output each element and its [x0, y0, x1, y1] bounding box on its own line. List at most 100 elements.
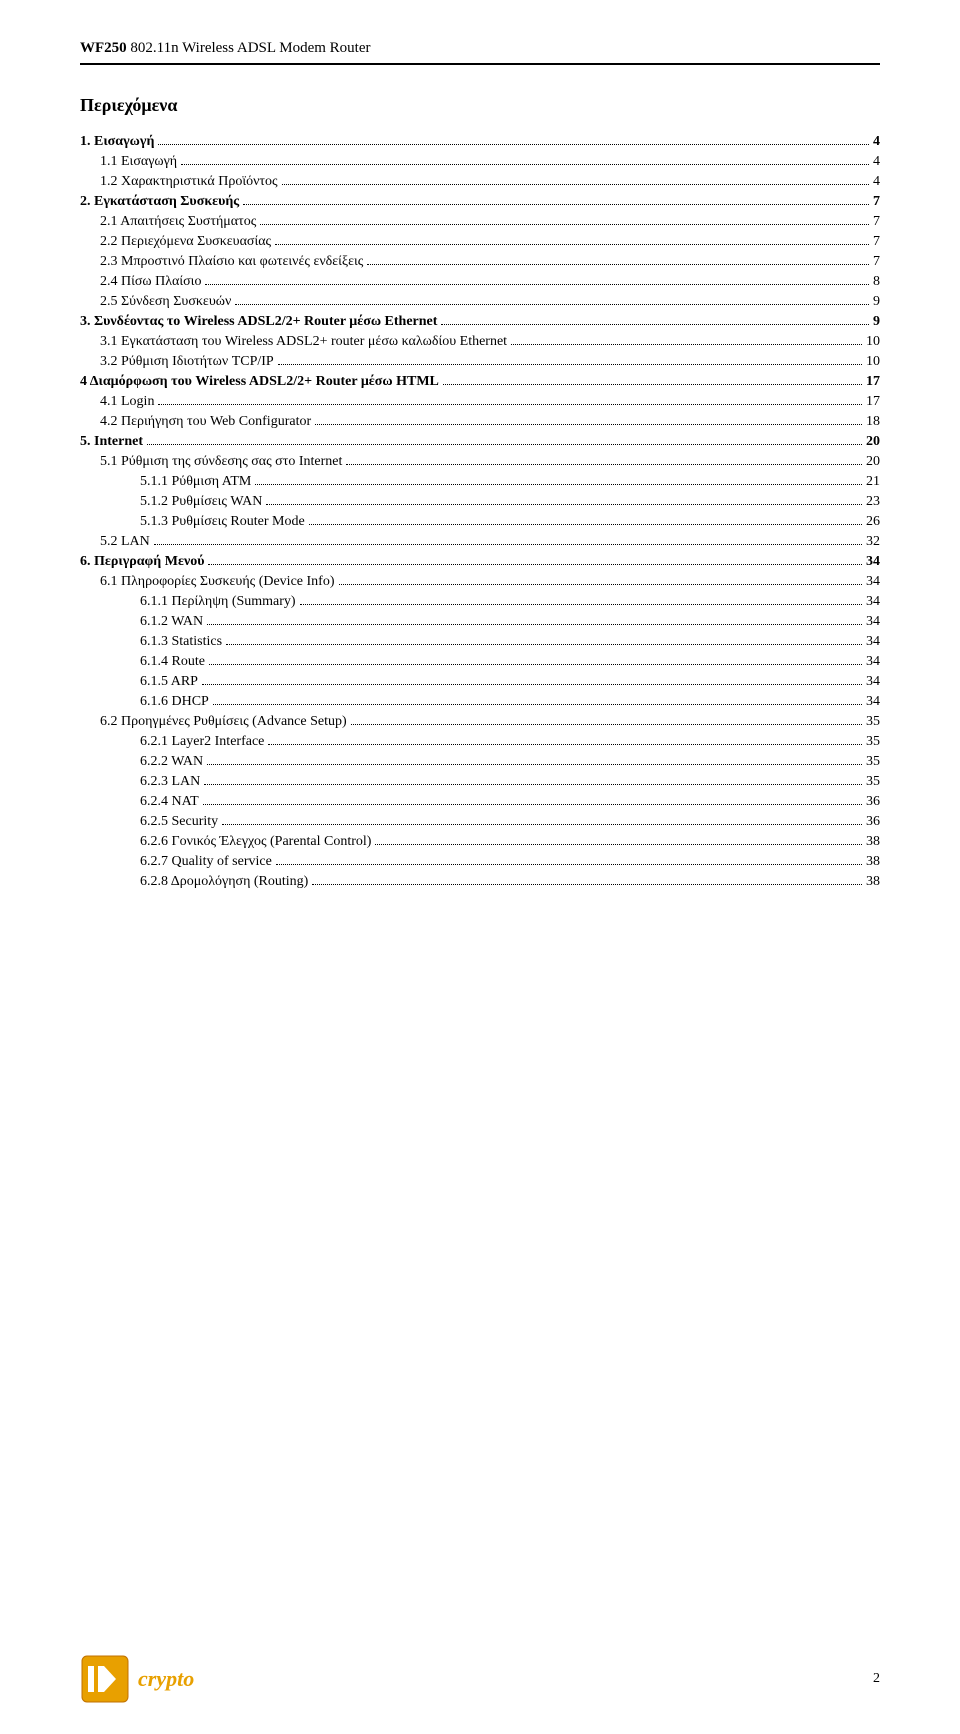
toc-item-label: 4 Διαμόρφωση του Wireless ADSL2/2+ Route…: [80, 374, 439, 390]
toc-item-dots: [315, 424, 862, 425]
toc-item: 6. Περιγραφή Μενού34: [80, 554, 880, 570]
toc-item-dots: [278, 364, 862, 365]
toc-item-page: 20: [866, 434, 880, 450]
toc-item-page: 17: [866, 394, 880, 410]
toc-item-label: 6.1.3 Statistics: [140, 634, 222, 650]
toc-item-label: 3. Συνδέοντας το Wireless ADSL2/2+ Route…: [80, 314, 437, 330]
toc-item: 5.2 LAN 32: [80, 534, 880, 550]
toc-item-page: 4: [873, 174, 880, 190]
toc-item-label: 5.1.1 Ρύθμιση ΑΤΜ: [140, 474, 251, 490]
toc-item-label: 2.1 Απαιτήσεις Συστήματος: [100, 214, 256, 230]
toc-item-label: 1.1 Εισαγωγή: [100, 154, 177, 170]
crypto-logo-icon: [80, 1654, 130, 1704]
page: WF250 802.11n Wireless ADSL Modem Router…: [0, 0, 960, 1734]
toc-item-dots: [158, 144, 869, 145]
toc-item-page: 38: [866, 874, 880, 890]
toc-item-dots: [351, 724, 862, 725]
logo-text: crypto: [138, 1666, 194, 1692]
toc-item-page: 32: [866, 534, 880, 550]
toc-item-page: 26: [866, 514, 880, 530]
toc-item-page: 10: [866, 334, 880, 350]
toc-item-dots: [147, 444, 862, 445]
logo-container: crypto: [80, 1654, 194, 1704]
toc-item-page: 34: [866, 654, 880, 670]
toc-item-page: 34: [866, 694, 880, 710]
toc-item-page: 23: [866, 494, 880, 510]
toc-item-page: 17: [866, 374, 880, 390]
toc-item-label: 2.3 Μπροστινό Πλαίσιο και φωτεινές ενδεί…: [100, 254, 363, 270]
toc-item-dots: [222, 824, 862, 825]
toc-item-label: 6.2.2 WAN: [140, 754, 203, 770]
toc-item-label: 6.2 Προηγμένες Ρυθμίσεις (Advance Setup): [100, 714, 347, 730]
toc-item-label: 6.1.4 Route: [140, 654, 205, 670]
toc-item-label: 6.2.7 Quality of service: [140, 854, 272, 870]
toc-item: 6.2 Προηγμένες Ρυθμίσεις (Advance Setup)…: [80, 714, 880, 730]
toc-item-label: 6.2.8 Δρομολόγηση (Routing): [140, 874, 308, 890]
toc-item-page: 21: [866, 474, 880, 490]
toc-item-page: 18: [866, 414, 880, 430]
toc-item-dots: [266, 504, 862, 505]
toc-item-page: 7: [873, 214, 880, 230]
toc-item-dots: [226, 644, 862, 645]
toc-item: 5. Internet20: [80, 434, 880, 450]
toc-item: 6.1.2 WAN 34: [80, 614, 880, 630]
toc-item-page: 35: [866, 714, 880, 730]
toc-item-label: 6. Περιγραφή Μενού: [80, 554, 204, 570]
toc-item-label: 1.2 Χαρακτηριστικά Προϊόντος: [100, 174, 278, 190]
toc-item-page: 9: [873, 294, 880, 310]
toc-item: 2.2 Περιεχόμενα Συσκευασίας7: [80, 234, 880, 250]
header-title: WF250 802.11n Wireless ADSL Modem Router: [80, 40, 371, 56]
toc-item-dots: [309, 524, 862, 525]
toc-item-dots: [154, 544, 862, 545]
toc-item-label: 6.1.2 WAN: [140, 614, 203, 630]
toc-item-dots: [204, 784, 862, 785]
toc-item-dots: [202, 684, 862, 685]
toc-item-dots: [209, 664, 862, 665]
toc-item: 5.1 Ρύθμιση της σύνδεσης σας στο Interne…: [80, 454, 880, 470]
toc-item: 6.1.3 Statistics34: [80, 634, 880, 650]
header-model: WF250: [80, 40, 127, 56]
toc-item-label: 6.1.6 DHCP: [140, 694, 209, 710]
toc-item-dots: [367, 264, 869, 265]
toc-item: 1. Εισαγωγή4: [80, 134, 880, 150]
toc-item-label: 6.1 Πληροφορίες Συσκευής (Device Info): [100, 574, 335, 590]
toc-item-label: 5.1.3 Ρυθμίσεις Router Mode: [140, 514, 305, 530]
toc-item-label: 6.2.4 NAT: [140, 794, 199, 810]
toc-item: 4 Διαμόρφωση του Wireless ADSL2/2+ Route…: [80, 374, 880, 390]
toc-item-dots: [213, 704, 862, 705]
toc-list: 1. Εισαγωγή41.1 Εισαγωγή41.2 Χαρακτηριστ…: [80, 134, 880, 890]
toc-item-dots: [282, 184, 869, 185]
toc-item-page: 34: [866, 674, 880, 690]
toc-item: 1.2 Χαρακτηριστικά Προϊόντος 4: [80, 174, 880, 190]
toc-item: 2.5 Σύνδεση Συσκευών9: [80, 294, 880, 310]
toc-item: 3.2 Ρύθμιση Ιδιοτήτων TCP/IP 10: [80, 354, 880, 370]
toc-item-page: 36: [866, 794, 880, 810]
toc-item-page: 38: [866, 834, 880, 850]
toc-item-page: 35: [866, 774, 880, 790]
toc-item: 5.1.1 Ρύθμιση ΑΤΜ 21: [80, 474, 880, 490]
toc-item-label: 5.2 LAN: [100, 534, 150, 550]
toc-item-page: 4: [873, 154, 880, 170]
toc-item-page: 34: [866, 614, 880, 630]
toc-item: 6.2.2 WAN35: [80, 754, 880, 770]
toc-item-page: 36: [866, 814, 880, 830]
toc-item: 6.2.6 Γονικός Έλεγχος (Parental Control)…: [80, 834, 880, 850]
toc-item-dots: [312, 884, 862, 885]
toc-item: 6.2.5 Security36: [80, 814, 880, 830]
toc-item: 6.2.3 LAN35: [80, 774, 880, 790]
toc-item-dots: [275, 244, 869, 245]
toc-item-label: 6.2.6 Γονικός Έλεγχος (Parental Control): [140, 834, 371, 850]
toc-item-page: 34: [866, 594, 880, 610]
toc-item-label: 6.1.1 Περίληψη (Summary): [140, 594, 296, 610]
toc-item-page: 9: [873, 314, 880, 330]
toc-item: 5.1.3 Ρυθμίσεις Router Mode 26: [80, 514, 880, 530]
toc-item-page: 7: [873, 234, 880, 250]
toc-item: 6.1 Πληροφορίες Συσκευής (Device Info)34: [80, 574, 880, 590]
toc-item: 1.1 Εισαγωγή 4: [80, 154, 880, 170]
toc-item: 2.4 Πίσω Πλαίσιο8: [80, 274, 880, 290]
toc-item-dots: [443, 384, 862, 385]
toc-item-dots: [255, 484, 862, 485]
toc-item: 6.2.4 NAT 36: [80, 794, 880, 810]
toc-item-page: 10: [866, 354, 880, 370]
toc-item-label: 3.2 Ρύθμιση Ιδιοτήτων TCP/IP: [100, 354, 274, 370]
